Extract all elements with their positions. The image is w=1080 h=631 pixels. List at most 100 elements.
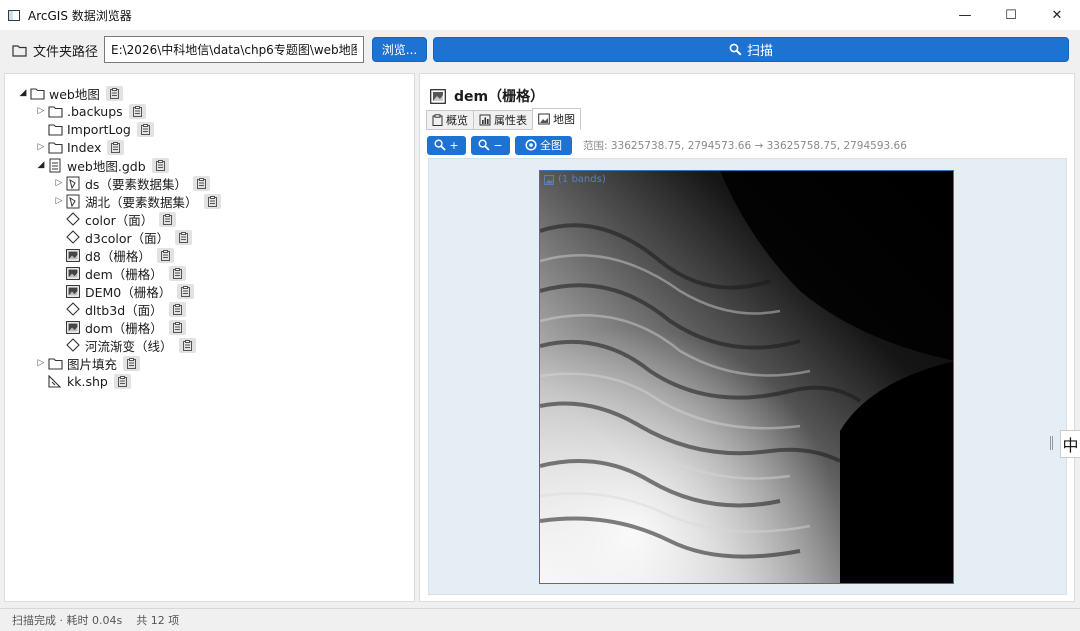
tree-item-label: kk.shp [67,373,108,389]
tree-item-label: dom（栅格） [85,320,163,336]
dem-raster-graphic [540,171,953,583]
side-handle[interactable] [1050,436,1053,450]
search-icon [729,43,742,56]
raster-icon [65,283,81,299]
expand-arrow-icon[interactable]: ▷ [35,106,47,116]
tree-item[interactable]: dom（栅格） [53,318,186,336]
window-controls: — ☐ ✕ [942,0,1080,30]
folder-icon [12,45,27,57]
ime-indicator[interactable]: 中 [1060,430,1080,458]
tree-item-label: dltb3d（面） [85,302,163,318]
tree-item[interactable]: d8（栅格） [53,246,174,264]
zoom-out-button[interactable]: − [471,135,510,155]
folder-path-label-text: 文件夹路径 [33,45,99,60]
tab-overview-label: 概览 [446,114,468,127]
tree-item[interactable]: 河流渐变（线） [53,336,196,354]
close-button[interactable]: ✕ [1034,0,1080,30]
copy-path-icon[interactable] [105,85,123,101]
detail-panel: dem（栅格） 概览 属性表 地图 + − 全图 范围: 33625738.75… [419,73,1075,602]
copy-path-icon[interactable] [159,211,177,227]
tree-item-label: DEM0（栅格） [85,284,172,300]
expand-arrow-icon[interactable]: ▷ [35,358,47,368]
full-extent-label: 全图 [540,139,562,152]
folder-icon [47,355,63,371]
copy-path-icon[interactable] [168,319,186,335]
copy-path-icon[interactable] [107,139,125,155]
tab-overview[interactable]: 概览 [426,110,474,130]
target-icon [525,139,537,151]
tree-item[interactable]: ▷ ds（要素数据集） [53,174,210,192]
zoom-in-button[interactable]: + [427,135,466,155]
expand-arrow-icon[interactable]: ▷ [53,196,65,206]
tree-item[interactable]: ◢ web地图.gdb [35,156,169,174]
title-bar: ArcGIS 数据浏览器 — ☐ ✕ [0,0,1080,30]
copy-path-icon[interactable] [203,193,221,209]
copy-path-icon[interactable] [123,355,141,371]
copy-path-icon[interactable] [175,229,193,245]
tree-item-label: 湖北（要素数据集） [85,194,198,210]
shapefile-icon [47,373,63,389]
copy-path-icon[interactable] [168,265,186,281]
tree-item-label: color（面） [85,212,154,228]
expand-arrow-icon[interactable]: ▷ [35,142,47,152]
tab-attribute-table[interactable]: 属性表 [473,110,533,130]
tree-item-label: d8（栅格） [85,248,151,264]
tree-item[interactable]: ▷ 图片填充 [35,354,141,372]
copy-path-icon[interactable] [192,175,210,191]
scan-button-label: 扫描 [746,44,773,59]
tree-item[interactable]: ImportLog [35,120,154,138]
copy-path-icon[interactable] [151,157,169,173]
copy-path-icon[interactable] [136,121,154,137]
tree-item[interactable]: ◢ web地图 [17,84,123,102]
status-bar: 扫描完成 · 耗时 0.04s 共 12 项 [0,608,1080,631]
zoom-out-label: − [493,138,503,152]
tree-item[interactable]: kk.shp [35,372,131,390]
copy-path-icon[interactable] [177,283,195,299]
minimize-button[interactable]: — [942,0,988,30]
folder-icon [47,139,63,155]
tab-map[interactable]: 地图 [532,108,581,130]
folder-icon [29,85,45,101]
tree-item[interactable]: d3color（面） [53,228,193,246]
raster-icon [65,247,81,263]
map-icon [538,113,550,125]
tab-attribute-table-label: 属性表 [494,114,527,127]
detail-header: dem（栅格） [430,86,544,106]
feature-dataset-icon [65,193,81,209]
full-extent-button[interactable]: 全图 [515,135,572,155]
tree-item[interactable]: dltb3d（面） [53,300,186,318]
tree-item[interactable]: dem（栅格） [53,264,186,282]
tree-item[interactable]: ▷ Index [35,138,125,156]
expand-arrow-icon[interactable]: ▷ [53,178,65,188]
clipboard-icon [432,114,443,126]
toolbar: 文件夹路径 浏览... 扫描 [0,30,1080,70]
extent-readout: 范围: 33625738.75, 2794573.66 → 33625758.7… [583,139,907,152]
tree-item[interactable]: DEM0（栅格） [53,282,195,300]
polygon-icon [65,229,81,245]
copy-path-icon[interactable] [178,337,196,353]
raster-icon [65,319,81,335]
tree-item[interactable]: color（面） [53,210,177,228]
scan-button[interactable]: 扫描 [433,37,1069,62]
magnifier-icon [478,139,491,151]
app-icon [8,9,20,21]
collapse-arrow-icon[interactable]: ◢ [17,88,29,98]
zoom-in-label: + [449,138,459,152]
folder-path-input[interactable] [104,36,364,63]
copy-path-icon[interactable] [128,103,146,119]
copy-path-icon[interactable] [168,301,186,317]
file-tree-panel: ◢ web地图 ▷ .backups ImportLog ▷ Index ◢ web地图.gdb… [4,73,415,602]
tree-item[interactable]: ▷ 湖北（要素数据集） [53,192,221,210]
tree-item-label: 图片填充 [67,356,118,372]
maximize-button[interactable]: ☐ [988,0,1034,30]
copy-path-icon[interactable] [156,247,174,263]
collapse-arrow-icon[interactable]: ◢ [35,160,47,170]
tree-item-label: dem（栅格） [85,266,163,282]
folder-path-label: 文件夹路径 [12,41,98,60]
tree-item[interactable]: ▷ .backups [35,102,146,120]
copy-path-icon[interactable] [113,373,131,389]
raster-image: (1 bands) [539,170,954,584]
geodatabase-icon [47,157,63,173]
map-canvas[interactable]: (1 bands) [428,158,1067,595]
browse-button[interactable]: 浏览... [372,37,427,62]
